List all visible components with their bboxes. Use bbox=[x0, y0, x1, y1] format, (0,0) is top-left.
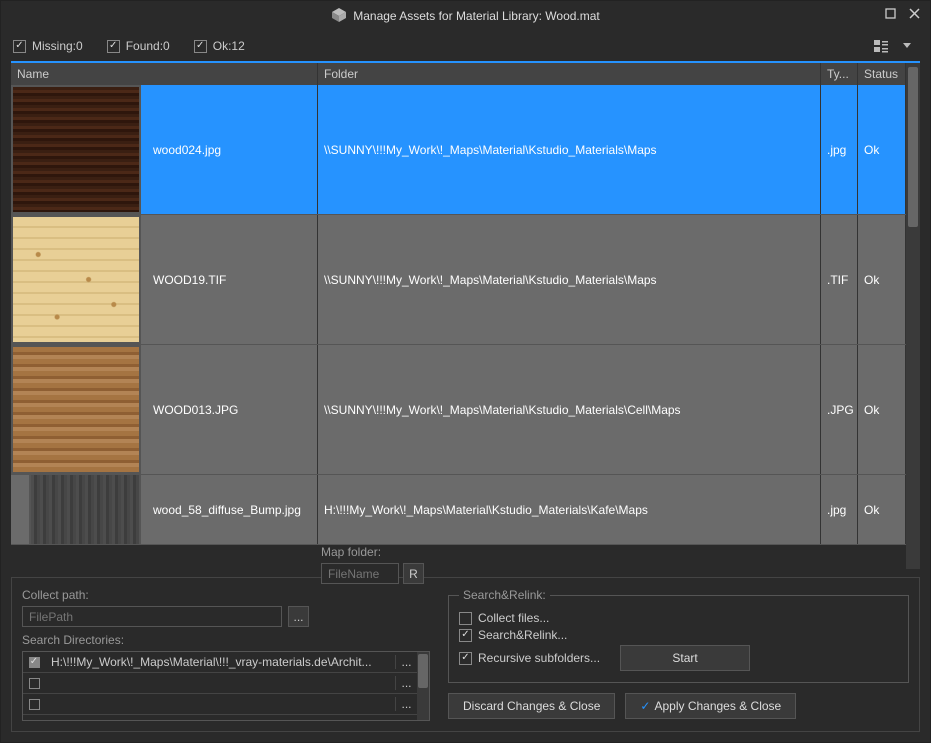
scrollbar-thumb[interactable] bbox=[908, 67, 918, 227]
close-button[interactable] bbox=[906, 5, 922, 21]
asset-type: .TIF bbox=[821, 215, 858, 344]
dir-browse-button[interactable]: ... bbox=[395, 676, 417, 690]
asset-status: Ok bbox=[858, 85, 906, 214]
check-icon: ✓ bbox=[640, 699, 650, 713]
view-mode-icon[interactable] bbox=[870, 35, 892, 57]
search-dir-row[interactable]: H:\!!!My_Work\!_Maps\Material\!!!_vray-m… bbox=[23, 652, 417, 673]
col-type[interactable]: Ty... bbox=[821, 63, 858, 85]
asset-folder: \\SUNNY\!!!My_Work\!_Maps\Material\Kstud… bbox=[318, 215, 821, 344]
search-dir-row[interactable]: ... bbox=[23, 694, 417, 715]
maximize-button[interactable] bbox=[882, 5, 898, 21]
bottom-panel: Collect path: ... Map folder: R Search D… bbox=[11, 577, 920, 732]
browse-collect-path[interactable]: ... bbox=[288, 606, 309, 627]
map-folder-input[interactable] bbox=[321, 563, 399, 584]
dir-browse-button[interactable]: ... bbox=[395, 697, 417, 711]
col-folder[interactable]: Folder bbox=[318, 63, 821, 85]
asset-name: wood_58_diffuse_Bump.jpg bbox=[153, 503, 301, 517]
map-folder-label: Map folder: bbox=[321, 545, 381, 559]
table-body: wood024.jpg \\SUNNY\!!!My_Work\!_Maps\Mat… bbox=[11, 85, 906, 569]
dir-browse-button[interactable]: ... bbox=[395, 655, 417, 669]
filter-missing[interactable]: Missing:0 bbox=[13, 39, 83, 53]
table-header: Name Folder Ty... Status bbox=[11, 63, 906, 85]
collect-path-label: Collect path: bbox=[22, 588, 89, 602]
filter-ok[interactable]: Ok:12 bbox=[194, 39, 245, 53]
asset-folder: \\SUNNY\!!!My_Work\!_Maps\Material\Kstud… bbox=[318, 85, 821, 214]
asset-folder: \\SUNNY\!!!My_Work\!_Maps\Material\Kstud… bbox=[318, 345, 821, 474]
asset-status: Ok bbox=[858, 215, 906, 344]
thumbnail bbox=[11, 345, 141, 474]
thumbnail bbox=[29, 475, 141, 544]
r-button[interactable]: R bbox=[403, 563, 424, 584]
asset-name: WOOD013.JPG bbox=[153, 403, 238, 417]
table-row[interactable]: WOOD013.JPG \\SUNNY\!!!My_Work\!_Maps\Mat… bbox=[11, 345, 906, 475]
asset-type: .JPG bbox=[821, 345, 858, 474]
recursive-checkbox[interactable]: Recursive subfolders... bbox=[459, 651, 600, 665]
table-row[interactable]: wood_58_diffuse_Bump.jpg H:\!!!My_Work\!_… bbox=[11, 475, 906, 545]
asset-name: WOOD19.TIF bbox=[153, 273, 226, 287]
filter-toolbar: Missing:0 Found:0 Ok:12 bbox=[1, 31, 930, 61]
dir-checkbox[interactable] bbox=[23, 678, 45, 689]
dropdown-icon[interactable] bbox=[896, 35, 918, 57]
search-relink-group: Search&Relink: Collect files... Search&R… bbox=[448, 588, 909, 683]
start-button[interactable]: Start bbox=[620, 645, 750, 671]
discard-button[interactable]: Discard Changes & Close bbox=[448, 693, 615, 719]
titlebar: Manage Assets for Material Library: Wood… bbox=[1, 1, 930, 31]
search-dir-row[interactable]: ... bbox=[23, 673, 417, 694]
asset-type: .jpg bbox=[821, 85, 858, 214]
asset-status: Ok bbox=[858, 345, 906, 474]
search-dirs-label: Search Directories: bbox=[22, 633, 430, 647]
table-row[interactable]: wood024.jpg \\SUNNY\!!!My_Work\!_Maps\Mat… bbox=[11, 85, 906, 215]
collect-files-checkbox[interactable]: Collect files... bbox=[459, 611, 549, 625]
apply-button[interactable]: ✓Apply Changes & Close bbox=[625, 693, 796, 719]
dir-checkbox[interactable] bbox=[23, 657, 45, 668]
dir-checkbox[interactable] bbox=[23, 699, 45, 710]
search-dirs-list: H:\!!!My_Work\!_Maps\Material\!!!_vray-m… bbox=[22, 651, 430, 721]
dir-path: H:\!!!My_Work\!_Maps\Material\!!!_vray-m… bbox=[45, 655, 395, 669]
asset-type: .jpg bbox=[821, 475, 858, 544]
app-icon bbox=[331, 7, 347, 26]
asset-table: Name Folder Ty... Status wood024.jpg \\SU… bbox=[11, 61, 920, 569]
vertical-scrollbar[interactable] bbox=[906, 63, 920, 569]
collect-path-input[interactable] bbox=[22, 606, 282, 627]
table-row[interactable]: WOOD19.TIF \\SUNNY\!!!My_Work\!_Maps\Mate… bbox=[11, 215, 906, 345]
thumbnail bbox=[11, 215, 141, 344]
col-name[interactable]: Name bbox=[11, 63, 318, 85]
filter-found[interactable]: Found:0 bbox=[107, 39, 170, 53]
dir-scrollbar[interactable] bbox=[417, 652, 429, 720]
asset-status: Ok bbox=[858, 475, 906, 544]
window-title: Manage Assets for Material Library: Wood… bbox=[353, 9, 600, 23]
asset-folder: H:\!!!My_Work\!_Maps\Material\Kstudio_Ma… bbox=[318, 475, 821, 544]
col-status[interactable]: Status bbox=[858, 63, 906, 85]
asset-name: wood024.jpg bbox=[153, 143, 221, 157]
search-relink-checkbox[interactable]: Search&Relink... bbox=[459, 628, 567, 642]
thumbnail bbox=[11, 85, 141, 214]
